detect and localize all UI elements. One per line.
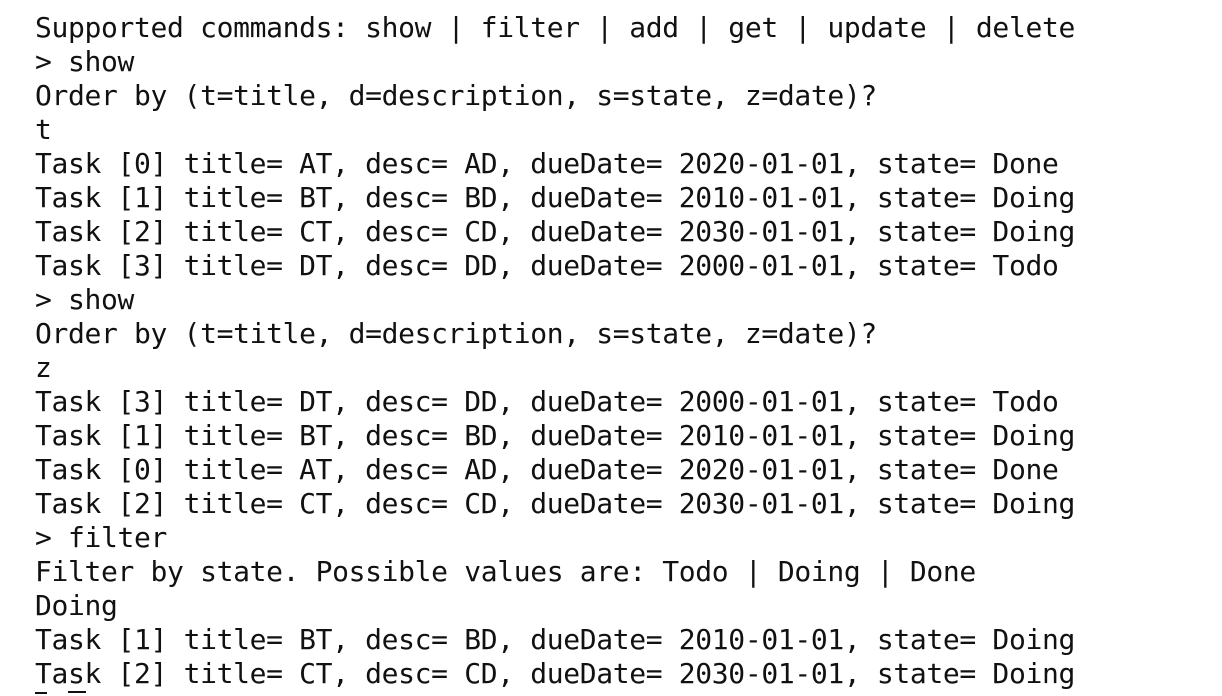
cursor-dash: [35, 692, 47, 694]
user-input-line: Doing: [35, 589, 118, 622]
task-output-line: Task [1] title= BT, desc= BD, dueDate= 2…: [35, 623, 1075, 656]
task-output-line: Task [2] title= CT, desc= CD, dueDate= 2…: [35, 487, 1075, 520]
task-output-line: Task [0] title= AT, desc= AD, dueDate= 2…: [35, 147, 1059, 180]
command-input-line: > show: [35, 283, 135, 316]
task-output-line: Task [2] title= CT, desc= CD, dueDate= 2…: [35, 657, 1075, 690]
user-input-line: t: [35, 113, 52, 146]
terminal-lines: Supported commands: show | filter | add …: [35, 11, 1075, 691]
clipped-prompt-line: >: [35, 0, 52, 6]
task-output-line: Task [1] title= BT, desc= BD, dueDate= 2…: [35, 419, 1075, 452]
terminal-output: > Supported commands: show | filter | ad…: [0, 0, 1222, 696]
filter-prompt-line: Filter by state. Possible values are: To…: [35, 555, 976, 588]
terminal-cursor[interactable]: [35, 681, 95, 696]
task-output-line: Task [2] title= CT, desc= CD, dueDate= 2…: [35, 215, 1075, 248]
cursor-bar: [68, 691, 86, 693]
command-input-line: > filter: [35, 521, 168, 554]
order-prompt-line: Order by (t=title, d=description, s=stat…: [35, 79, 877, 112]
user-input-line: z: [35, 351, 52, 384]
order-prompt-line: Order by (t=title, d=description, s=stat…: [35, 317, 877, 350]
command-input-line: > show: [35, 45, 135, 78]
task-output-line: Task [0] title= AT, desc= AD, dueDate= 2…: [35, 453, 1059, 486]
supported-commands-line: Supported commands: show | filter | add …: [35, 11, 1075, 44]
task-output-line: Task [3] title= DT, desc= DD, dueDate= 2…: [35, 249, 1059, 282]
task-output-line: Task [1] title= BT, desc= BD, dueDate= 2…: [35, 181, 1075, 214]
task-output-line: Task [3] title= DT, desc= DD, dueDate= 2…: [35, 385, 1059, 418]
